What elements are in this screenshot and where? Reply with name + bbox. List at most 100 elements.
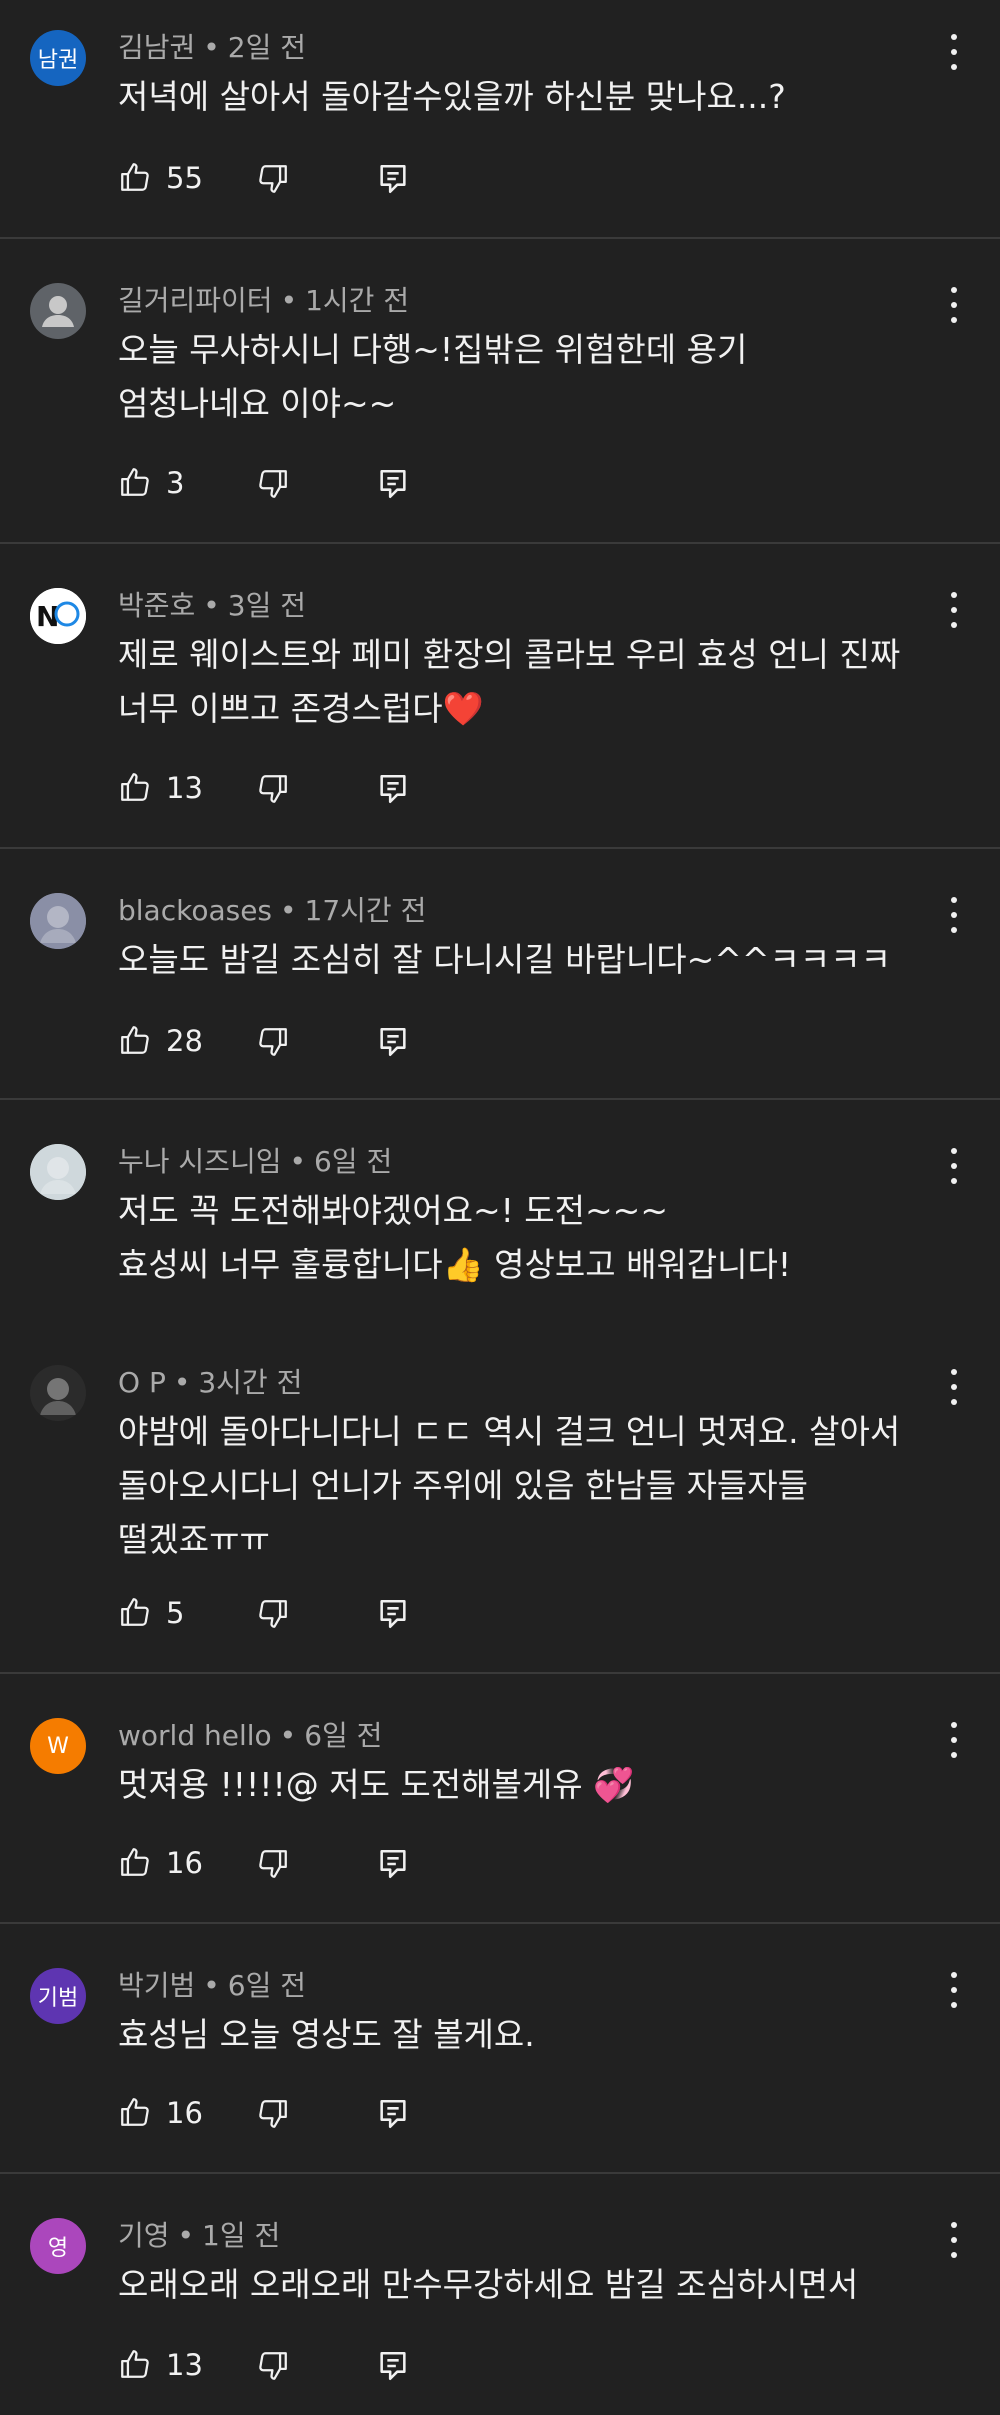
like-button[interactable] bbox=[118, 465, 152, 499]
avatar[interactable] bbox=[30, 1144, 86, 1200]
avatar[interactable]: 남권 bbox=[30, 30, 86, 86]
like-count: 55 bbox=[166, 161, 203, 195]
photo-avatar-icon bbox=[30, 893, 86, 949]
more-options-button[interactable] bbox=[944, 287, 964, 323]
comment-divider bbox=[0, 542, 1000, 544]
author-name[interactable]: O P bbox=[118, 1366, 166, 1399]
comment-actions: 55 bbox=[118, 160, 518, 200]
dislike-button[interactable] bbox=[256, 2349, 290, 2383]
author-name[interactable]: world hello bbox=[118, 1719, 272, 1752]
dislike-button[interactable] bbox=[256, 1597, 290, 1631]
like-count: 28 bbox=[166, 1024, 203, 1058]
comment-text: 제로 웨이스트와 페미 환장의 콜라보 우리 효성 언니 진짜 너무 이쁘고 존… bbox=[118, 635, 901, 728]
comment-actions: 13 bbox=[118, 2347, 518, 2387]
comment-divider bbox=[0, 2172, 1000, 2174]
avatar-initials: 영 bbox=[47, 2236, 69, 2261]
thumbs-down-icon bbox=[256, 772, 290, 806]
reply-button[interactable] bbox=[376, 2097, 410, 2131]
avatar[interactable] bbox=[30, 893, 86, 949]
comment-divider bbox=[0, 1672, 1000, 1674]
dislike-button[interactable] bbox=[256, 2097, 290, 2131]
more-vert-icon bbox=[951, 1369, 957, 1375]
comment-actions: 13 bbox=[118, 770, 518, 810]
dislike-button[interactable] bbox=[256, 162, 290, 196]
comment-time[interactable]: 6일 전 bbox=[314, 1145, 392, 1178]
author-name[interactable]: 박기범 bbox=[118, 1969, 195, 2002]
comment-actions: 3 bbox=[118, 465, 518, 505]
comment-time[interactable]: 2일 전 bbox=[228, 31, 306, 64]
thumbs-down-icon bbox=[256, 2097, 290, 2131]
reply-button[interactable] bbox=[376, 467, 410, 501]
like-button[interactable] bbox=[118, 2095, 152, 2129]
reply-button[interactable] bbox=[376, 1025, 410, 1059]
comment-divider bbox=[0, 1922, 1000, 1924]
comment-actions: 28 bbox=[118, 1023, 518, 1063]
reply-icon bbox=[376, 2097, 410, 2131]
comment-meta: 누나 시즈니임 • 6일 전 bbox=[118, 1144, 392, 1180]
like-button[interactable] bbox=[118, 1845, 152, 1879]
thumbs-down-icon bbox=[256, 467, 290, 501]
comment-meta: O P • 3시간 전 bbox=[118, 1365, 302, 1401]
thumbs-up-icon bbox=[118, 2095, 152, 2129]
comment-meta: 길거리파이터 • 1시간 전 bbox=[118, 283, 409, 319]
more-options-button[interactable] bbox=[944, 1148, 964, 1184]
author-name[interactable]: 김남권 bbox=[118, 31, 195, 64]
more-options-button[interactable] bbox=[944, 1722, 964, 1758]
comment-text: 야밤에 돌아다니다니 ㄷㄷ 역시 걸크 언니 멋져요. 살아서 돌아오시다니 언… bbox=[118, 1412, 901, 1559]
comment-time[interactable]: 1시간 전 bbox=[305, 284, 409, 317]
meta-separator: • bbox=[279, 1719, 297, 1752]
author-name[interactable]: 박준호 bbox=[118, 589, 195, 622]
avatar[interactable]: 기범 bbox=[30, 1968, 86, 2024]
dislike-button[interactable] bbox=[256, 772, 290, 806]
like-count: 3 bbox=[166, 466, 185, 500]
comment-text: 효성님 오늘 영상도 잘 볼게요. bbox=[118, 2015, 535, 2054]
comment-time[interactable]: 6일 전 bbox=[304, 1719, 382, 1752]
author-name[interactable]: blackoases bbox=[118, 894, 272, 927]
avatar[interactable]: N bbox=[30, 588, 86, 644]
dislike-button[interactable] bbox=[256, 1025, 290, 1059]
more-vert-icon bbox=[951, 2222, 957, 2228]
comment-time[interactable]: 1일 전 bbox=[202, 2219, 280, 2252]
more-options-button[interactable] bbox=[944, 897, 964, 933]
more-options-button[interactable] bbox=[944, 2222, 964, 2258]
comment-actions: 5 bbox=[118, 1595, 518, 1635]
reply-button[interactable] bbox=[376, 772, 410, 806]
avatar[interactable]: W bbox=[30, 1718, 86, 1774]
like-count: 13 bbox=[166, 771, 203, 805]
author-name[interactable]: 누나 시즈니임 bbox=[118, 1145, 281, 1178]
comment-text: 오늘 무사하시니 다행~!집밖은 위험한데 용기 엄청나네요 이야~~ bbox=[118, 330, 748, 423]
like-button[interactable] bbox=[118, 2347, 152, 2381]
reply-button[interactable] bbox=[376, 1847, 410, 1881]
photo-avatar-icon bbox=[30, 1365, 86, 1421]
more-options-button[interactable] bbox=[944, 1369, 964, 1405]
more-options-button[interactable] bbox=[944, 592, 964, 628]
comment-divider bbox=[0, 847, 1000, 849]
thumbs-down-icon bbox=[256, 1025, 290, 1059]
more-options-button[interactable] bbox=[944, 34, 964, 70]
author-name[interactable]: 길거리파이터 bbox=[118, 284, 273, 317]
comment-time[interactable]: 3시간 전 bbox=[198, 1366, 302, 1399]
like-button[interactable] bbox=[118, 770, 152, 804]
thumbs-up-icon bbox=[118, 2347, 152, 2381]
like-button[interactable] bbox=[118, 1595, 152, 1629]
reply-button[interactable] bbox=[376, 1597, 410, 1631]
comment-time[interactable]: 3일 전 bbox=[228, 589, 306, 622]
thumbs-up-icon bbox=[118, 770, 152, 804]
dislike-button[interactable] bbox=[256, 1847, 290, 1881]
reply-button[interactable] bbox=[376, 2349, 410, 2383]
avatar-initials: 남권 bbox=[37, 48, 79, 73]
avatar[interactable]: 영 bbox=[30, 2218, 86, 2274]
like-button[interactable] bbox=[118, 1023, 152, 1057]
dislike-button[interactable] bbox=[256, 467, 290, 501]
reply-button[interactable] bbox=[376, 162, 410, 196]
more-options-button[interactable] bbox=[944, 1972, 964, 2008]
thumbs-down-icon bbox=[256, 1597, 290, 1631]
avatar[interactable] bbox=[30, 1365, 86, 1421]
thumbs-up-icon bbox=[118, 1845, 152, 1879]
like-button[interactable] bbox=[118, 160, 152, 194]
author-name[interactable]: 기영 bbox=[118, 2219, 170, 2252]
meta-separator: • bbox=[289, 1145, 306, 1178]
avatar[interactable] bbox=[30, 283, 86, 339]
comment-time[interactable]: 6일 전 bbox=[228, 1969, 306, 2002]
comment-time[interactable]: 17시간 전 bbox=[305, 894, 427, 927]
